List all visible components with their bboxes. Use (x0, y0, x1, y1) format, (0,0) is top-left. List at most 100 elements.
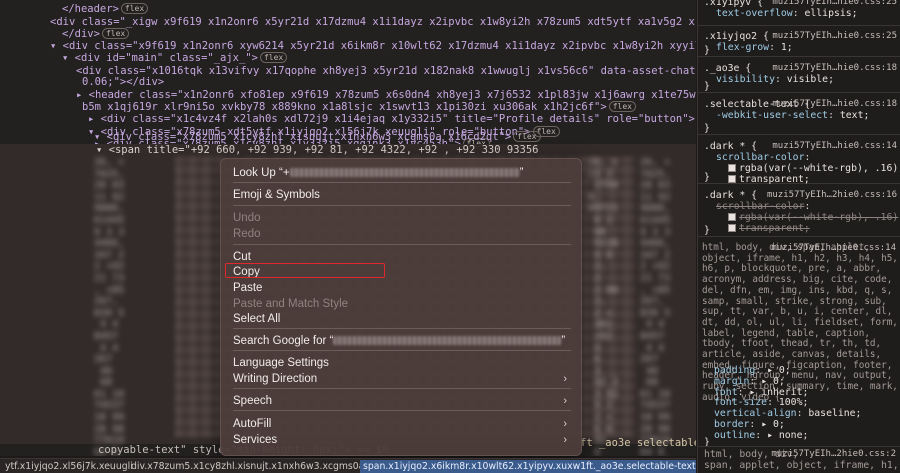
chevron-right-icon: › (563, 373, 567, 385)
style-property[interactable]: scrollbar-color: (716, 201, 810, 212)
dom-node-markup: <div class="_xigw x9f619 x1n2onr6 x5yr21… (50, 16, 696, 28)
dom-node-markup: 0.06;"></div> (82, 76, 165, 88)
menu-item-select-all[interactable]: Select All (229, 311, 575, 327)
menu-item-label: Look Up “+ (233, 167, 290, 179)
property-name: -webkit-user-select (716, 110, 829, 121)
menu-separator (233, 328, 571, 329)
breadcrumb-item[interactable]: ytf.x1iyjqo2.xl56j7k.xeuugli (2, 460, 136, 473)
rule-selector[interactable]: ._ao3e { (704, 63, 751, 74)
menu-item-language-settings[interactable]: Language Settings (229, 355, 575, 371)
menu-separator (233, 410, 571, 411)
property-name: scrollbar-color (716, 201, 805, 212)
dom-node-line[interactable]: ▸ <div class="x1c4vz4f x2lah0s xdl72j9 x… (0, 113, 696, 126)
menu-item-label: Paste and Match Style (233, 298, 349, 310)
property-value: rgba(var(--white-rgb), .16) (739, 212, 899, 223)
checkbox[interactable] (728, 175, 736, 183)
layout-badge[interactable]: flex (513, 131, 541, 142)
inherited-properties[interactable]: padding: ▸ 0; margin: ▸ 0; font: ▸ inherit… (714, 365, 861, 442)
menu-item-label: Redo (233, 228, 261, 240)
breadcrumb-item[interactable]: span.x1iyjqo2.x6ikm8r.x10wlt62.x1yipyv.x… (360, 460, 696, 473)
style-property[interactable]: rgba(var(--white-rgb), .16) (728, 163, 898, 174)
rule-selector[interactable]: .dark * { (704, 141, 757, 152)
rule-close-brace: } (704, 225, 710, 236)
copyable-text-tail: ft _ao3e selectable-text (580, 437, 696, 449)
menu-item-suffix: ” (561, 335, 566, 347)
rule-source-link[interactable]: muzi57TyEIh…hie0.css:25 (772, 31, 897, 41)
rule-selector[interactable]: .x1yipyv { (704, 0, 763, 8)
color-swatch-checkbox[interactable] (728, 213, 736, 221)
property-value: ▸ inherit; (749, 386, 809, 398)
dom-node-markup: </header> (62, 3, 119, 15)
property-value: ▸ 0; (767, 365, 791, 376)
style-rule[interactable]: ._ao3e { muzi57TyEIh…hie0.css:18 visibilit… (698, 60, 900, 93)
style-rule[interactable]: .selectable-text {muzi57TyEIh…hie0.css:1… (698, 96, 900, 135)
rule-divider (698, 446, 900, 447)
menu-item-speech[interactable]: Speech › (229, 393, 575, 409)
style-property[interactable]: outline: ▸ none; (714, 429, 861, 442)
bottom-rule-text: span, applet, object, iframe, h1, h2, h3… (704, 460, 900, 471)
style-property[interactable]: visibility: visible; (716, 74, 834, 85)
layout-badge[interactable]: flex (608, 101, 636, 112)
layout-badge[interactable]: flex (259, 52, 288, 63)
rule-source-link[interactable]: muzi57TyEIh…hie0.css:18 (772, 63, 897, 73)
property-value: visible; (786, 74, 834, 85)
checkbox[interactable] (728, 224, 736, 232)
menu-item-look-up[interactable]: Look Up “+ ” (229, 165, 575, 181)
menu-item-suffix: ” (519, 167, 524, 179)
rule-selector[interactable]: .x1iyjqo2 { (704, 31, 769, 42)
menu-item-search-google-for[interactable]: Search Google for “ ” (229, 333, 575, 349)
style-property[interactable]: transparent; (728, 174, 810, 185)
menu-item-autofill[interactable]: AutoFill › (229, 416, 575, 432)
rule-source-link[interactable]: muzi57TyEIh…2hie0.css:16 (767, 190, 897, 200)
property-name: flex-grow (716, 42, 770, 53)
property-value: ellipsis; (804, 8, 858, 19)
menu-item-services[interactable]: Services › (229, 432, 575, 448)
layout-badge[interactable]: flex (120, 3, 149, 14)
style-rule[interactable]: .dark * { muzi57TyEIh…hie0.css:14 scrollba… (698, 138, 900, 185)
property-name: font-size (714, 397, 768, 409)
rule-source-link[interactable]: muzi57TyEIh…hie0.css:25 (772, 0, 897, 7)
chevron-right-icon: › (563, 434, 567, 446)
style-property[interactable]: text-overflow: ellipsis; (716, 8, 858, 19)
menu-item-label: Services (233, 434, 278, 446)
menu-item-writing-direction[interactable]: Writing Direction › (229, 371, 575, 387)
dom-node-line[interactable]: </header> flex (0, 3, 696, 16)
style-property[interactable]: rgba(var(--white-rgb), .16) (728, 212, 898, 223)
menu-item-paste-and-match-style: Paste and Match Style (229, 296, 575, 312)
property-value: ▸ 0; (761, 375, 785, 387)
menu-item-label: Language Settings (233, 357, 329, 369)
style-property[interactable]: scrollbar-color: (716, 152, 810, 163)
styles-pane[interactable]: .x1yipyv {muzi57TyEIh…hie0.css:25 text-ov… (697, 0, 900, 473)
dom-node-line[interactable]: 0.06;"></div> (0, 76, 696, 89)
style-property[interactable]: transparent; (728, 223, 810, 234)
dom-node-line[interactable]: ▾ <div class="x78zum5 x1cy8zhl xisnujt x… (0, 131, 696, 144)
style-rule[interactable]: .x1iyjqo2 {muzi57TyEIh…hie0.css:25 flex-g… (698, 28, 900, 57)
property-value: transparent; (739, 174, 810, 185)
menu-item-emoji-symbols[interactable]: Emoji & Symbols (229, 187, 575, 203)
color-swatch-checkbox[interactable] (728, 164, 736, 172)
inherited-rule-source[interactable]: muzi57TyEIh…hie0.css:14 (771, 243, 896, 253)
rule-selector[interactable]: .dark * { (704, 190, 757, 201)
dom-node-line[interactable]: ▾ <div id="main" class="_ajx_"> flex (0, 52, 696, 65)
style-property[interactable]: flex-grow: 1; (716, 42, 793, 53)
style-rule[interactable]: .x1yipyv { muzi57TyEIh…hie0.css:25 text-ov… (698, 0, 900, 26)
rule-source-link[interactable]: muzi57TyEIh…hie0.css:14 (772, 141, 897, 151)
context-menu[interactable]: Look Up “+” Emoji & Symbols Undo Redo Cut Cop… (220, 158, 582, 456)
style-property[interactable]: -webkit-user-select: text; (716, 110, 869, 121)
menu-item-label: Speech (233, 395, 273, 407)
layout-badge[interactable]: flex (101, 28, 130, 39)
rule-close-brace: } (704, 45, 710, 56)
breadcrumb-bar[interactable]: ytf.x1iyjqo2.xl56j7k.xeuugli div.x78zum5.… (0, 458, 696, 473)
menu-item-label: Cut (233, 251, 251, 263)
property-value: 100%; (778, 397, 809, 409)
redacted-text (333, 336, 562, 346)
style-rule[interactable]: .dark * { muzi57TyEIh…2hie0.css:16 scrollb… (698, 187, 900, 237)
property-value: ▸ none; (767, 429, 809, 441)
menu-item-paste[interactable]: Paste (229, 280, 575, 296)
selected-span-line[interactable]: ▾ <span title="+92 660, +92 939, +92 81,… (96, 144, 539, 157)
property-name: scrollbar-color (716, 152, 805, 163)
bottom-rule-source[interactable]: muzi57TyEIh…2hie0.css:2 (771, 449, 896, 459)
dom-node-markup: ▸ <header class="x1n2onr6 xfo81ep x9f619… (76, 89, 696, 101)
rule-source-link[interactable]: muzi57TyEIh…hie0.css:18 (772, 99, 897, 109)
blurred-numbers-far-right: 26, + 7025, 20 03 11 92 9000, 61445 9 3 … (640, 157, 671, 456)
